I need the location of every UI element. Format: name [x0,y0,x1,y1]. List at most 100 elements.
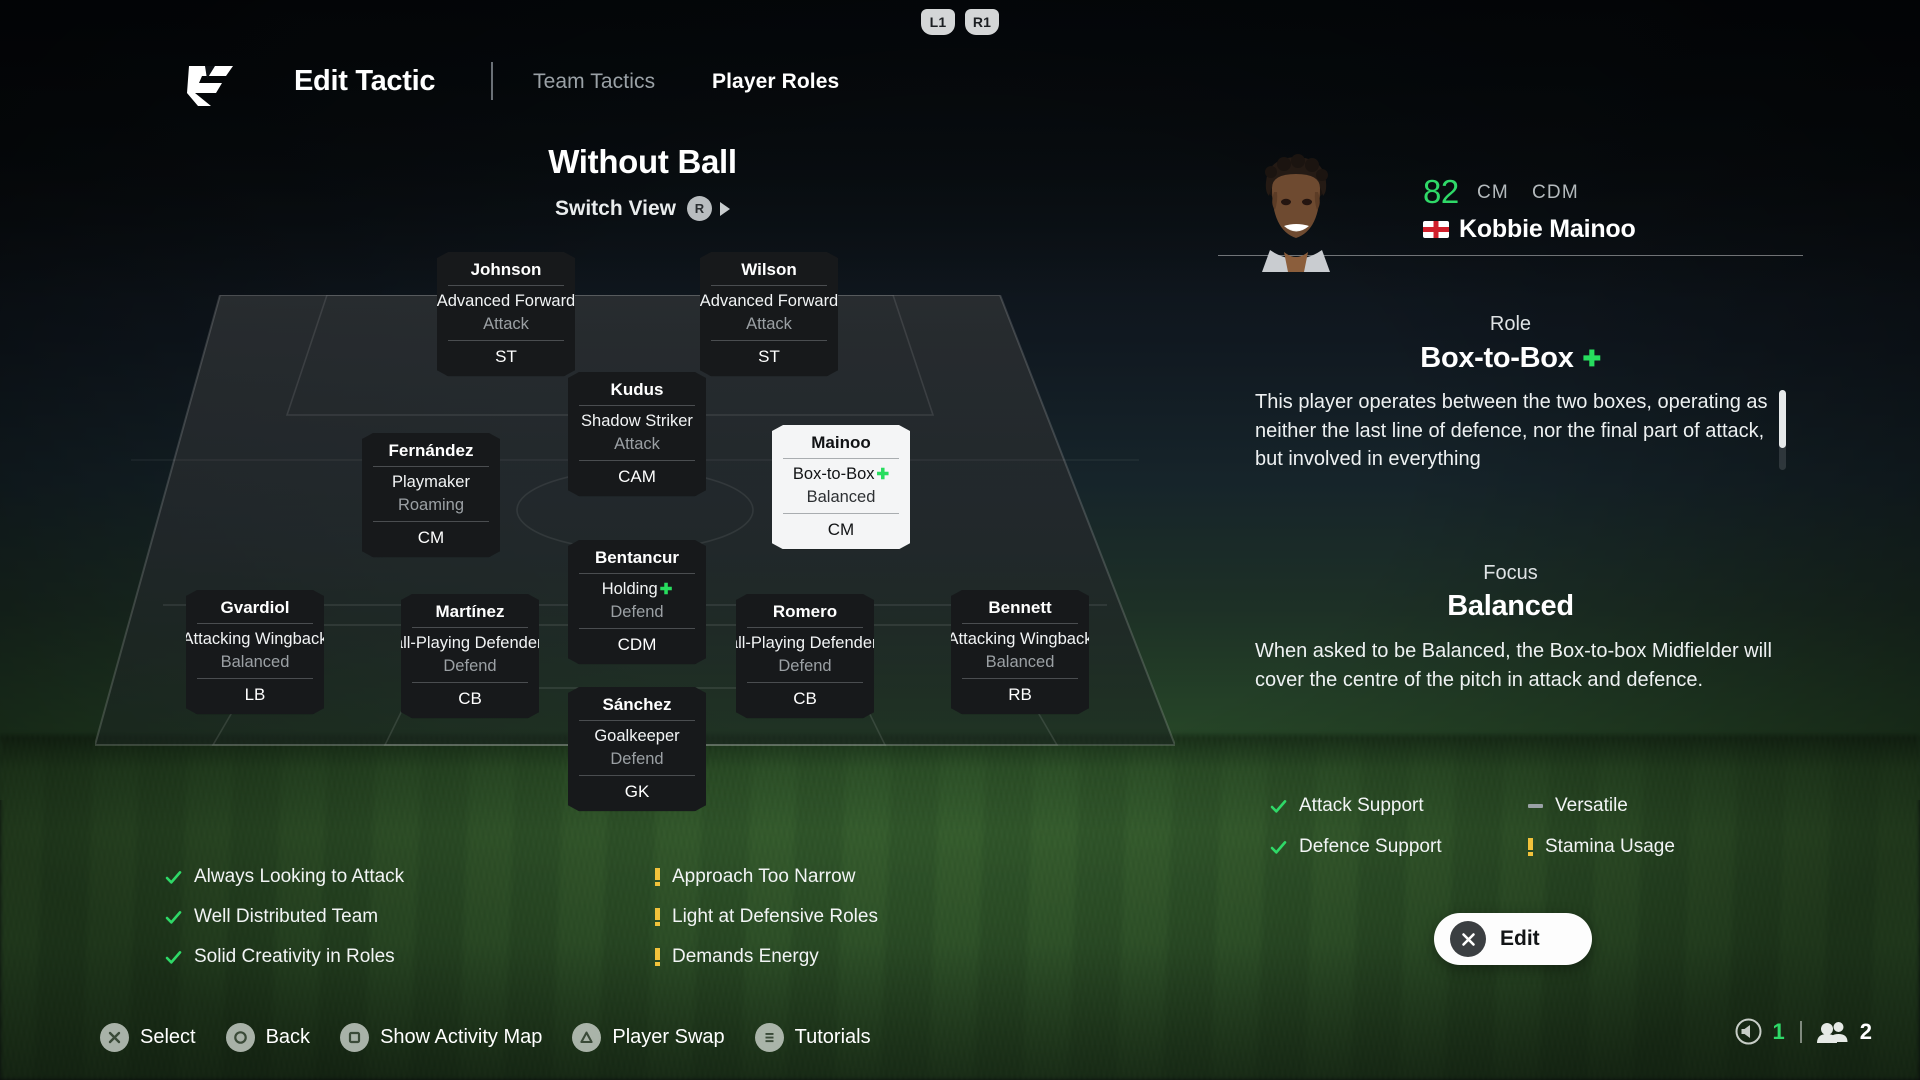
action-show-activity-map[interactable]: Show Activity Map [340,1022,543,1052]
audio-count: 1 [1772,1018,1785,1044]
attribute-label: Versatile [1555,795,1628,816]
team-strengths-list: Always Looking to Attack Well Distributed… [165,866,585,986]
player-card-divider-bottom [373,521,489,522]
player-card-role-text: Playmaker [392,473,470,492]
player-card-snchez[interactable]: Sánchez Goalkeeper Defend GK [568,687,706,811]
attribute-label: Stamina Usage [1545,836,1675,857]
role-value-text: Box-to-Box [1420,342,1574,374]
player-card-role-text: Ball-Playing Defender [385,634,543,653]
player-card-position: ST [758,346,780,366]
feedback-label: Light at Defensive Roles [672,906,878,927]
action-select[interactable]: Select [100,1022,196,1052]
role-section-label: Role [1489,313,1532,335]
player-card-divider-top [412,627,528,628]
feedback-label: Always Looking to Attack [194,866,405,887]
player-card-divider-bottom [197,678,313,679]
player-card-position: ST [495,346,517,366]
well-distributed-team-check-icon [165,909,182,926]
defence-support-check-icon [1270,839,1287,856]
player-card-name: Sánchez [602,695,672,714]
player-card-position: CAM [618,466,656,486]
light-at-defensive-roles-warning-icon [655,908,660,926]
player-card-role-text: Attacking Wingback [947,630,1093,649]
player-name: Kobbie Mainoo [1459,215,1636,243]
role-description-scrollbar[interactable] [1779,390,1786,470]
player-card-divider-bottom [448,340,564,341]
action-label: Player Swap [612,1025,725,1048]
action-player-swap[interactable]: Player Swap [572,1022,725,1052]
attack-support-check-icon [1270,798,1287,815]
england-flag-icon [1423,221,1449,238]
attribute-defence-support: Defence Support [1270,836,1528,858]
page-title: Edit Tactic [294,65,436,97]
l1-button-hint[interactable]: L1 [921,9,955,35]
player-card-kudus[interactable]: Kudus Shadow Striker Attack CAM [568,372,706,496]
focus-section-label: Focus [1483,562,1538,584]
action-tutorials[interactable]: Tutorials [754,1022,871,1052]
top-navigation-bar: L1 R1 Edit Tactic Team Tactics Player Ro… [0,0,1920,140]
player-card-divider-bottom [579,775,695,776]
player-card-gvardiol[interactable]: Gvardiol Attacking Wingback Balanced LB [186,590,324,714]
action-label: Show Activity Map [380,1025,543,1048]
player-card-divider-top [579,720,695,721]
player-card-wilson[interactable]: Wilson Advanced Forward Attack ST [700,252,838,376]
switch-view-label: Switch View [555,196,676,220]
player-card-position: CM [827,519,855,539]
player-card-position: CDM [617,634,657,654]
player-card-position: CM [417,527,445,547]
player-card-focus: Attack [483,314,529,333]
player-card-romero[interactable]: RomeroBall-Playing Defender✚DefendCB [736,594,874,718]
triangle-button-icon [572,1022,602,1052]
player-card-name: Wilson [741,260,797,279]
feedback-label: Approach Too Narrow [672,866,856,887]
r1-button-hint[interactable]: R1 [965,9,999,35]
cross-button-icon [1450,921,1486,957]
player-card-role-text: Holding [601,580,658,599]
attribute-label: Attack Support [1299,795,1424,816]
player-card-position: RB [1008,684,1032,704]
role-description: This player operates between the two box… [1255,391,1768,471]
player-card-divider-top [579,573,695,574]
player-position-secondary: CDM [1532,182,1579,203]
player-card-mainoo[interactable]: Mainoo Box-to-Box ✚ Balanced CM [772,425,910,549]
player-card-bentancur[interactable]: Bentancur Holding ✚ Defend CDM [568,540,706,664]
demands-energy-warning-icon [655,948,660,966]
approach-too-narrow-warning-icon [655,868,660,886]
weakness-demands-energy: Demands Energy [655,946,1075,968]
player-card-focus: Balanced [220,652,290,671]
team-weaknesses-list: Approach Too Narrow Light at Defensive Ro… [655,866,1075,986]
player-card-divider-top [783,458,899,459]
options-button-icon [754,1022,784,1052]
shoulder-button-hints: L1 R1 [0,9,1920,35]
player-card-role: Ball-Playing Defender✚ [720,633,890,654]
player-card-johnson[interactable]: Johnson Advanced Forward Attack ST [437,252,575,376]
action-back[interactable]: Back [225,1022,310,1052]
player-card-role-text: Advanced Forward [699,292,839,311]
tab-team-tactics[interactable]: Team Tactics [533,70,655,94]
player-card-focus: Defend [778,656,832,675]
scrollbar-thumb[interactable] [1779,390,1786,448]
player-card-position: LB [244,684,266,704]
nav-divider [491,62,493,100]
player-card-fernndez[interactable]: Fernández Playmaker Roaming CM [362,433,500,557]
strength-always-looking-to-attack: Always Looking to Attack [165,866,585,888]
players-count: 2 [1859,1018,1872,1044]
tab-player-roles[interactable]: Player Roles [712,70,839,94]
player-card-martnez[interactable]: MartínezBall-Playing Defender✚DefendCB [401,594,539,718]
player-card-role: Advanced Forward [421,291,591,312]
player-card-name: Fernández [388,441,474,460]
player-card-divider-bottom [412,682,528,683]
attribute-label: Defence Support [1299,836,1442,857]
feedback-label: Well Distributed Team [194,906,379,927]
player-card-name: Mainoo [811,433,871,452]
player-card-name: Romero [772,602,838,621]
player-card-bennett[interactable]: Bennett Attacking Wingback Balanced RB [951,590,1089,714]
player-card-role: Attacking Wingback [935,629,1105,650]
arrow-right-icon [720,201,730,216]
player-card-role: Box-to-Box ✚ [772,464,910,485]
player-card-focus: Defend [610,602,664,621]
edit-button[interactable]: Edit [1434,913,1592,965]
cross-button-icon [100,1022,129,1052]
switch-view-control[interactable]: Switch View R [0,196,1285,221]
status-indicators: 1 2 [1735,1018,1872,1045]
